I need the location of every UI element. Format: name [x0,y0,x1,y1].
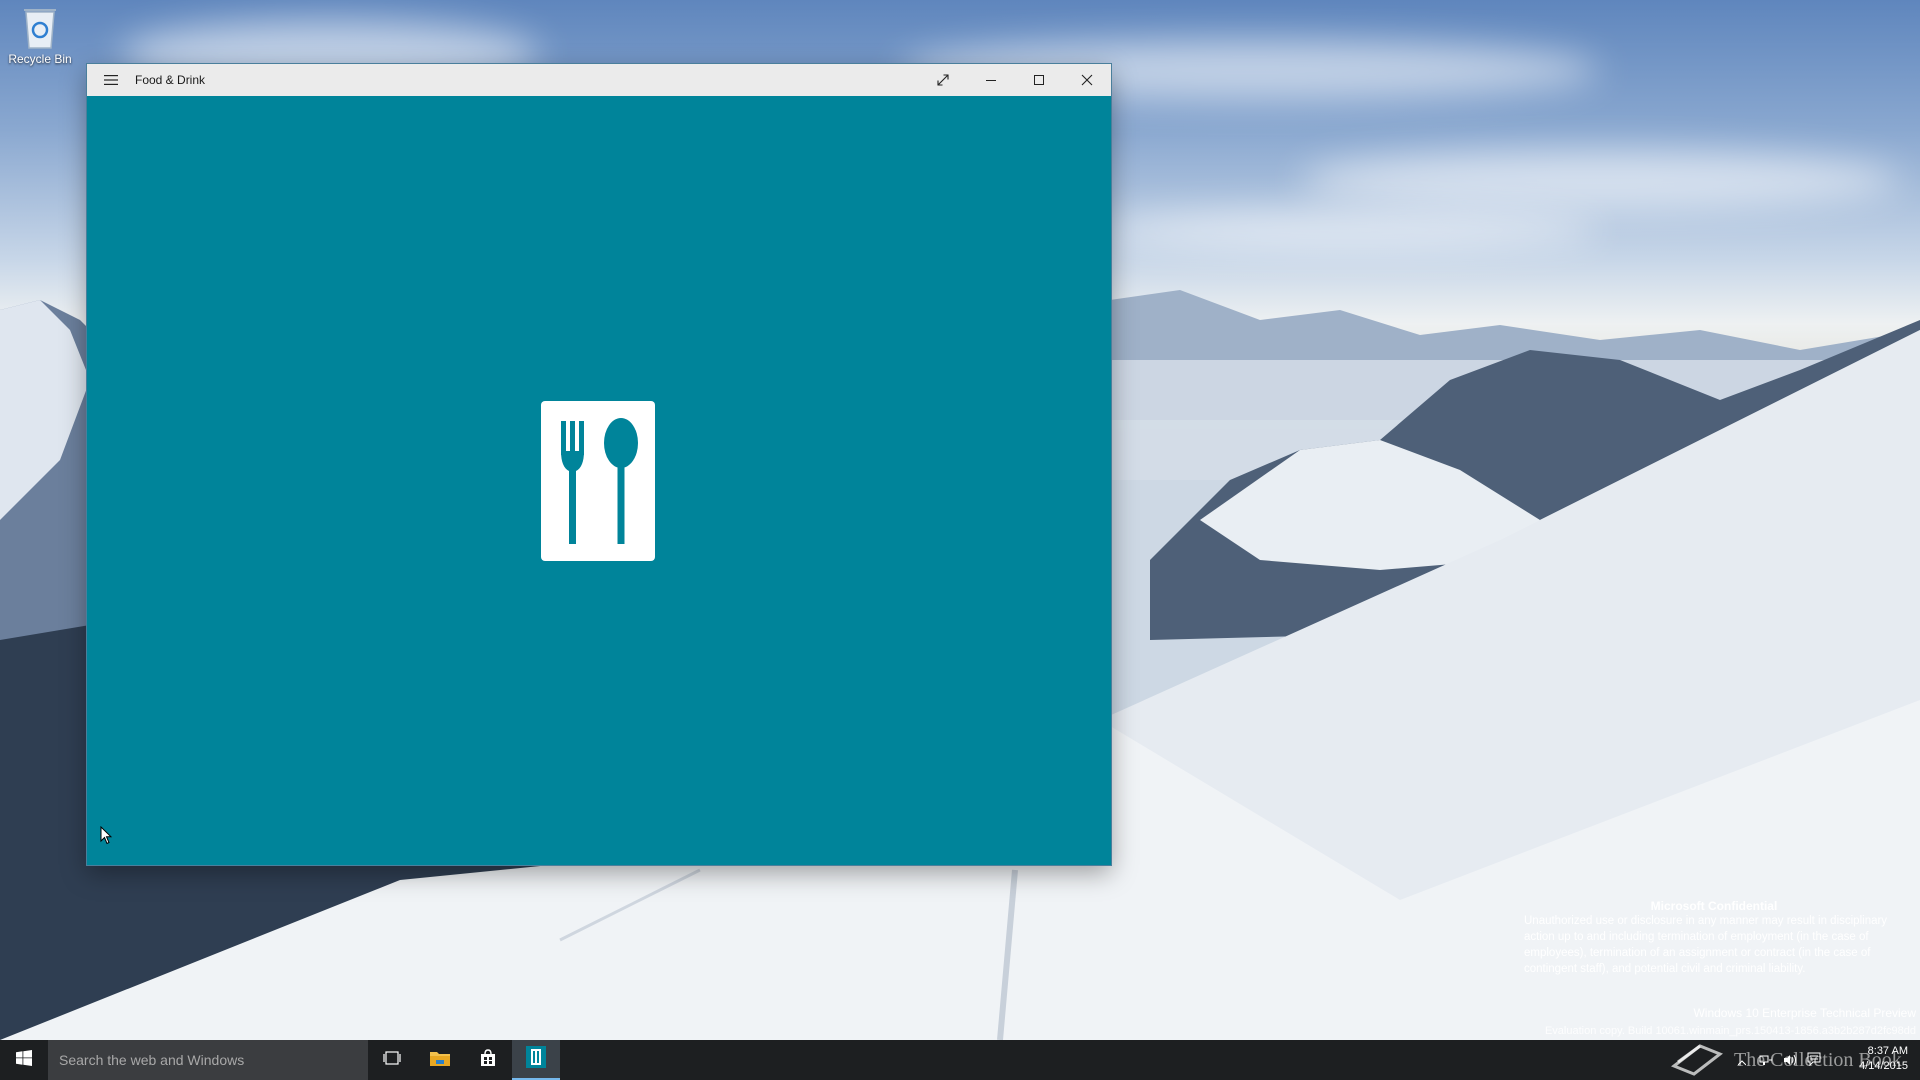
search-box[interactable]: Search the web and Windows [48,1040,368,1080]
book-logo-icon [1670,1040,1724,1080]
watermark-line: employees), termination of an assignment… [1524,947,1871,959]
network-button[interactable] [1754,1040,1778,1080]
watermark-title: Microsoft Confidential [1650,899,1778,913]
windows-edition-label: Windows 10 Enterprise Technical Preview [1693,1006,1916,1020]
network-icon [1759,1051,1773,1070]
action-center-icon [1807,1051,1821,1070]
search-placeholder: Search the web and Windows [59,1052,245,1068]
hamburger-menu-icon[interactable] [87,64,135,96]
food-and-drink-window: Food & Drink [87,64,1111,865]
desktop-icon-label: Recycle Bin [8,52,72,66]
system-tray: 8:37 AM 4/14/2015 [1730,1040,1920,1080]
minimize-button[interactable] [967,64,1015,96]
close-button[interactable] [1063,64,1111,96]
show-hidden-icons-button[interactable] [1730,1040,1754,1080]
fork-and-spoon-icon [541,401,655,561]
taskbar: Search the web and Windows The Collectio… [0,1040,1920,1080]
clock[interactable]: 8:37 AM 4/14/2015 [1859,1044,1908,1074]
clock-date: 4/14/2015 [1859,1060,1908,1072]
full-screen-icon [937,74,949,86]
taskbar-app-store[interactable] [464,1040,512,1080]
build-info-label: Evaluation copy. Build 10061.winmain_prs… [1544,1025,1916,1037]
task-view-icon [383,1050,401,1070]
watermark-line: action up to and including termination o… [1524,931,1869,943]
maximize-icon [1033,74,1045,86]
watermark-line: contingent staff), and potential civil a… [1524,963,1806,975]
splash-screen [87,96,1111,865]
window-title: Food & Drink [135,73,206,87]
recycle-bin-icon [21,6,59,50]
clock-time: 8:37 AM [1867,1045,1908,1057]
maximize-button[interactable] [1015,64,1063,96]
taskbar-app-task-view[interactable] [368,1040,416,1080]
full-screen-button[interactable] [919,64,967,96]
minimize-icon [985,74,997,86]
volume-button[interactable] [1778,1040,1802,1080]
windows-logo-icon [16,1050,32,1070]
folder-icon [429,1049,451,1071]
taskbar-app-food-and-drink[interactable] [512,1040,560,1080]
food-and-drink-app-icon [526,1046,546,1072]
close-icon [1081,74,1093,86]
volume-icon [1783,1051,1797,1070]
desktop-icon-recycle-bin[interactable]: Recycle Bin [4,6,76,66]
watermark-line: Unauthorized use or disclosure in any ma… [1524,915,1888,927]
taskbar-app-file-explorer[interactable] [416,1040,464,1080]
confidential-watermark: Microsoft Confidential Unauthorized use … [1524,899,1904,977]
start-button[interactable] [0,1040,48,1080]
action-center-button[interactable] [1802,1040,1826,1080]
title-bar[interactable]: Food & Drink [87,64,1111,96]
show-hidden-icons-chevron-icon [1737,1051,1747,1070]
mouse-cursor-icon [100,825,113,849]
store-bag-icon [479,1049,497,1071]
